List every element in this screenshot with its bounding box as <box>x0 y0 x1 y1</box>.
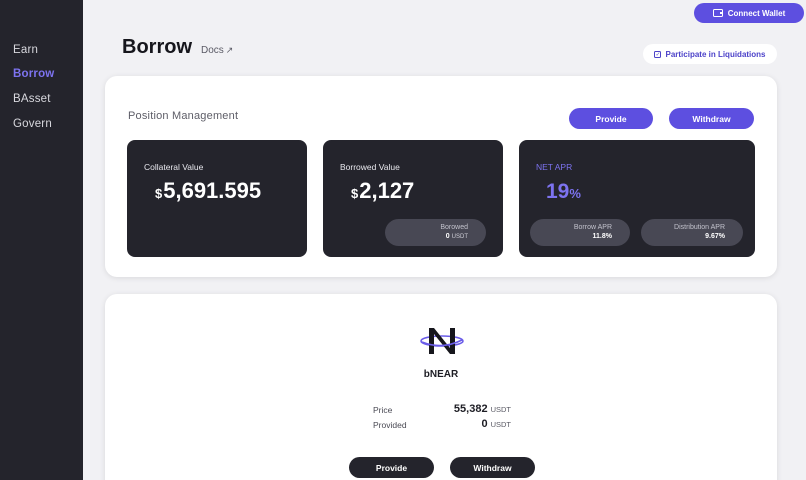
net-apr-number: 19 <box>546 180 570 203</box>
provided-amount: 0 <box>481 418 488 430</box>
price-label: Price <box>373 405 393 415</box>
sidebar-item-earn[interactable]: Earn <box>13 44 38 56</box>
borrowed-pill-amount: 0 <box>445 233 450 240</box>
participate-liquidations-button[interactable]: ✓ Participate in Liquidations <box>643 44 777 64</box>
asset-name: bNEAR <box>423 369 459 380</box>
borrowed-pill-unit: USDT <box>451 234 468 240</box>
net-apr-label: NET APR <box>536 162 573 172</box>
borrow-apr-value: 11.8% <box>592 233 612 240</box>
withdraw-button[interactable]: Withdraw <box>669 108 754 129</box>
borrowed-pill: Borowed 0 USDT <box>385 219 486 246</box>
distribution-apr-pill: Distribution APR 9.67% <box>641 219 743 246</box>
distribution-apr-label: Distribution APR <box>674 224 725 231</box>
section-title: Position Management <box>128 110 239 122</box>
borrowed-value-card: Borrowed Value $2,127 Borowed 0 USDT <box>323 140 503 257</box>
price-amount: 55,382 <box>453 403 488 415</box>
wallet-icon <box>712 9 723 17</box>
borrow-apr-label: Borrow APR <box>573 224 612 231</box>
provide-button[interactable]: Provide <box>569 108 653 129</box>
collateral-value-card: Collateral Value $5,691.595 <box>127 140 307 257</box>
borrowed-amount: 2,127 <box>359 178 415 203</box>
currency-symbol: $ <box>155 186 163 201</box>
borrowed-pill-label: Borowed <box>440 224 468 231</box>
net-apr-unit: % <box>569 186 581 201</box>
checkbox-icon: ✓ <box>654 50 662 58</box>
liquidations-label: Participate in Liquidations <box>665 49 766 59</box>
provided-value: 0 USDT <box>481 418 511 430</box>
connect-wallet-label: Connect Wallet <box>727 8 786 18</box>
asset-card: bNEAR Price 55,382 USDT Provided 0 USDT Pr… <box>105 294 777 480</box>
borrow-apr-pill: Borrow APR 11.8% <box>530 219 630 246</box>
asset-provide-button[interactable]: Provide <box>349 457 434 478</box>
net-apr-card: NET APR 19% Borrow APR 11.8% Distributio… <box>519 140 755 257</box>
provided-label: Provided <box>373 420 407 430</box>
asset-withdraw-button[interactable]: Withdraw <box>450 457 535 478</box>
external-link-icon: ↗ <box>225 45 234 55</box>
sidebar-item-borrow[interactable]: Borrow <box>13 68 54 80</box>
sidebar: Earn Borrow BAsset Govern <box>0 0 83 480</box>
bnear-logo-icon <box>420 328 464 354</box>
docs-link[interactable]: Docs ↗ <box>201 45 233 56</box>
sidebar-item-govern[interactable]: Govern <box>13 118 52 130</box>
borrowed-label: Borrowed Value <box>340 162 400 172</box>
position-management-card: Position Management Provide Withdraw Col… <box>105 76 777 277</box>
sidebar-item-basset[interactable]: BAsset <box>13 93 51 105</box>
borrowed-value: $2,127 <box>351 178 414 204</box>
collateral-value: $5,691.595 <box>155 178 261 204</box>
currency-symbol: $ <box>351 186 359 201</box>
connect-wallet-button[interactable]: Connect Wallet <box>694 3 804 23</box>
page-title: Borrow <box>122 36 192 58</box>
price-unit: USDT <box>490 405 511 414</box>
main-content: Connect Wallet Borrow Docs ↗ ✓ Participa… <box>83 0 806 480</box>
docs-label: Docs <box>201 45 224 56</box>
net-apr-value: 19% <box>546 180 581 204</box>
collateral-label: Collateral Value <box>144 162 204 172</box>
collateral-amount: 5,691.595 <box>163 178 262 203</box>
price-value: 55,382 USDT <box>454 403 511 415</box>
borrowed-pill-value: 0 USDT <box>385 233 468 240</box>
distribution-apr-value: 9.67% <box>705 233 725 240</box>
provided-unit: USDT <box>490 420 511 429</box>
